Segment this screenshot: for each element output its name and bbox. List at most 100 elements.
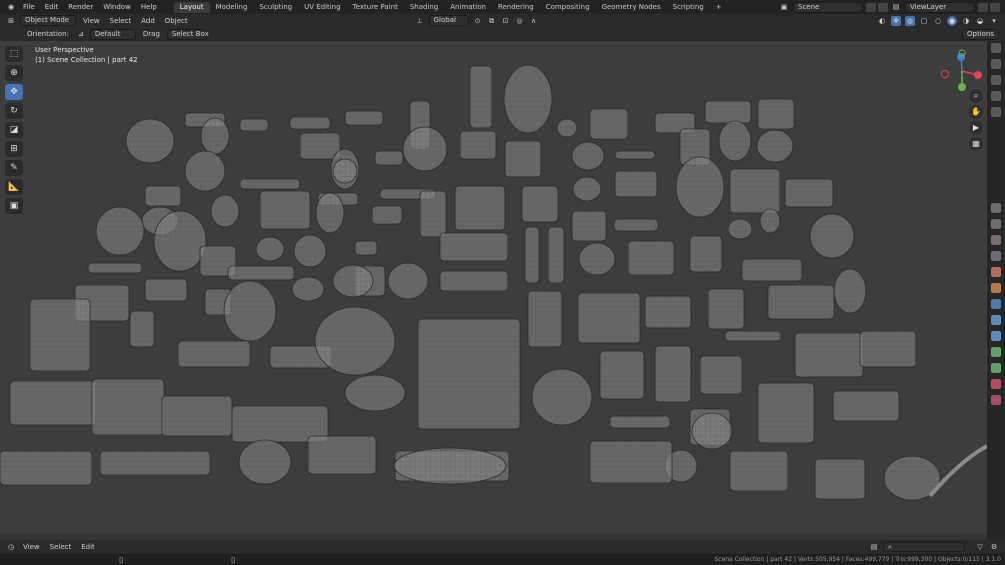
scene-mesh-object[interactable]	[184, 150, 226, 192]
delete-scene-icon[interactable]	[878, 2, 888, 12]
scene-mesh-object[interactable]	[314, 306, 396, 376]
scene-mesh-object[interactable]	[589, 440, 673, 484]
scene-mesh-object[interactable]	[571, 141, 605, 171]
scene-mesh-object[interactable]	[210, 194, 240, 228]
scene-mesh-object[interactable]	[307, 435, 377, 475]
scene-mesh-object[interactable]	[417, 318, 521, 430]
falloff-icon[interactable]: ∧	[529, 16, 539, 26]
menu-render[interactable]: Render	[63, 0, 98, 14]
timeline-search-field[interactable]: ⌕	[883, 542, 965, 552]
tab-shading[interactable]: Shading	[404, 2, 444, 13]
view-layer-icon[interactable]: ▤	[891, 2, 901, 12]
shading-options-icon[interactable]: ▾	[989, 16, 999, 26]
rotate-tool-icon[interactable]: ↻	[5, 103, 23, 119]
scene-mesh-object[interactable]	[577, 292, 641, 344]
scene-mesh-object[interactable]	[556, 118, 578, 138]
tool-tab-icon[interactable]	[991, 203, 1001, 213]
menu-help[interactable]: Help	[136, 0, 162, 14]
scene-mesh-object[interactable]	[759, 208, 781, 234]
scene-mesh-object[interactable]	[144, 278, 188, 302]
scene-mesh-object[interactable]	[332, 264, 374, 298]
material-tab-icon[interactable]	[991, 395, 1001, 405]
transform-orientation-dropdown[interactable]: Global	[428, 15, 469, 26]
outliner-camera-icon[interactable]	[991, 91, 1001, 101]
scene-mesh-object[interactable]	[571, 210, 607, 242]
measure-tool-icon[interactable]: 📐	[5, 179, 23, 195]
object-tab-icon[interactable]	[991, 299, 1001, 309]
scene-mesh-object[interactable]	[469, 65, 493, 129]
transform-tool-icon[interactable]: ⊞	[5, 141, 23, 157]
scene-mesh-object[interactable]	[578, 242, 616, 276]
scene-mesh-object[interactable]	[344, 374, 406, 412]
scene-icon[interactable]: ▣	[779, 2, 789, 12]
xray-icon[interactable]: ▢	[919, 16, 929, 26]
drag-dropdown[interactable]: Select Box	[166, 28, 209, 40]
scene-mesh-object[interactable]	[675, 156, 725, 218]
snap-icon[interactable]: ⧉	[487, 16, 497, 26]
z-axis-handle[interactable]	[957, 53, 965, 61]
pivot-point-icon[interactable]: ⊙	[473, 16, 483, 26]
scene-mesh-object[interactable]	[87, 262, 143, 274]
tab-rendering[interactable]: Rendering	[492, 2, 540, 13]
camera-view-icon[interactable]: ▶	[969, 121, 983, 135]
scene-mesh-object[interactable]	[572, 176, 602, 202]
scene-mesh-object[interactable]	[503, 64, 553, 134]
scene-mesh-object[interactable]	[238, 439, 292, 485]
scene-mesh-object[interactable]	[757, 98, 795, 130]
scene-mesh-object[interactable]	[613, 218, 659, 232]
scene-mesh-object[interactable]	[99, 450, 211, 476]
options-dropdown[interactable]: Options	[961, 28, 999, 40]
scene-mesh-object[interactable]	[757, 382, 815, 444]
scene-mesh-object[interactable]	[654, 345, 692, 403]
scene-mesh-object[interactable]	[259, 190, 311, 230]
menu-window[interactable]: Window	[98, 0, 136, 14]
scene-mesh-object[interactable]	[0, 450, 93, 486]
scene-mesh-object[interactable]	[707, 288, 745, 330]
scene-mesh-object[interactable]	[29, 298, 91, 372]
outliner-eye-icon-2[interactable]	[991, 59, 1001, 69]
editor-type-icon[interactable]: ⊞	[6, 16, 16, 26]
scene-mesh-object[interactable]	[794, 332, 864, 378]
scene-mesh-object[interactable]	[227, 265, 295, 281]
material-preview-icon[interactable]: ◑	[961, 16, 971, 26]
timeline-editor-type-icon[interactable]: ◷	[6, 542, 16, 552]
scene-mesh-object[interactable]	[454, 185, 506, 231]
scene-mesh-object[interactable]	[299, 132, 341, 160]
scene-mesh-object[interactable]	[439, 232, 509, 262]
scene-mesh-object[interactable]	[832, 390, 900, 422]
data-tab-icon[interactable]	[991, 379, 1001, 389]
scene-mesh-object[interactable]	[724, 330, 782, 342]
scene-mesh-object[interactable]	[718, 120, 752, 162]
zoom-icon[interactable]: ⌕	[969, 89, 983, 103]
scene-mesh-object[interactable]	[704, 100, 752, 124]
menu-add[interactable]: Add	[136, 14, 160, 28]
y-axis-handle[interactable]	[958, 83, 966, 91]
scene-mesh-object[interactable]	[859, 330, 917, 368]
constraints-tab-icon[interactable]	[991, 363, 1001, 373]
scene-mesh-object[interactable]	[293, 234, 327, 268]
orientation-dropdown[interactable]: Default	[89, 28, 136, 40]
scene-mesh-object[interactable]	[255, 236, 285, 262]
scene-mesh-object[interactable]	[239, 118, 269, 132]
scene-mesh-object[interactable]	[387, 262, 429, 300]
tab-compositing[interactable]: Compositing	[540, 2, 596, 13]
scene-mesh-object[interactable]	[644, 295, 692, 329]
scene-mesh-object[interactable]	[291, 276, 325, 302]
scene-mesh-object[interactable]	[332, 158, 358, 184]
scene-mesh-object[interactable]	[614, 150, 656, 160]
physics-tab-icon[interactable]	[991, 347, 1001, 357]
scene-mesh-object[interactable]	[699, 355, 743, 395]
3d-viewport[interactable]: ⬚ ⊕ ✥ ↻ ◪ ⊞ ✎ 📐 ▣ User Perspective (1) S…	[0, 41, 987, 540]
overlay-toggle-icon[interactable]: ◍	[905, 15, 915, 26]
scene-mesh-object[interactable]	[371, 205, 403, 225]
tab-sculpting[interactable]: Sculpting	[253, 2, 298, 13]
scene-mesh-object[interactable]	[393, 447, 507, 485]
scene-mesh-object[interactable]	[439, 270, 509, 292]
solid-shading-icon[interactable]: ●	[947, 15, 957, 26]
scene-objects[interactable]	[0, 41, 987, 540]
modifier-tab-icon[interactable]	[991, 315, 1001, 325]
scene-mesh-object[interactable]	[756, 129, 794, 163]
scene-mesh-object[interactable]	[9, 380, 97, 426]
timeline-menu-view[interactable]: View	[18, 540, 45, 554]
scene-mesh-object[interactable]	[95, 206, 145, 256]
